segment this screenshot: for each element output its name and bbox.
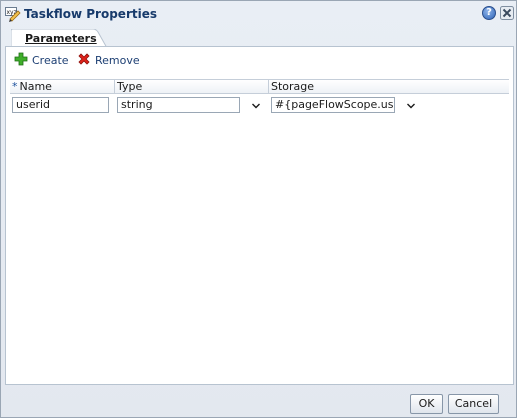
close-icon[interactable]	[500, 6, 514, 20]
cancel-button[interactable]: Cancel	[448, 394, 499, 414]
tab-parameters-label: Parameters	[25, 32, 97, 45]
chevron-down-icon[interactable]	[251, 101, 261, 111]
column-header-storage[interactable]: Storage	[269, 80, 509, 93]
column-header-type-label: Type	[117, 80, 143, 93]
tab-parameters[interactable]: Parameters	[11, 29, 107, 48]
help-icon[interactable]: ?	[482, 6, 496, 20]
column-header-name[interactable]: * Name	[10, 80, 115, 93]
tab-strip: Parameters	[5, 27, 514, 48]
dialog-title: Taskflow Properties	[24, 7, 157, 21]
red-x-icon	[77, 52, 91, 69]
column-header-storage-label: Storage	[271, 80, 315, 93]
xyz-pencil-icon: xyz	[5, 6, 21, 22]
column-header-type[interactable]: Type	[115, 80, 269, 93]
ok-button[interactable]: OK	[410, 394, 443, 414]
storage-select[interactable]: #{pageFlowScope.userid}	[271, 97, 395, 113]
create-button-label: Create	[32, 53, 69, 67]
remove-button-label: Remove	[95, 53, 140, 67]
chevron-down-icon[interactable]	[406, 101, 416, 111]
plus-icon	[14, 52, 28, 69]
table-header: * Name Type Storage	[10, 79, 509, 94]
parameters-panel: Create Remove *Name Type Storage userid	[5, 46, 514, 385]
remove-button[interactable]: Remove	[77, 52, 140, 68]
taskflow-properties-dialog: xyz Taskflow Properties ? Parameters Cre…	[0, 0, 517, 418]
name-input[interactable]: userid	[12, 97, 109, 113]
type-select[interactable]: string	[117, 97, 240, 113]
dialog-titlebar: xyz Taskflow Properties ?	[1, 1, 516, 27]
create-button[interactable]: Create	[14, 52, 69, 68]
column-header-name-label: Name	[19, 80, 52, 93]
required-marker: *	[12, 80, 18, 93]
